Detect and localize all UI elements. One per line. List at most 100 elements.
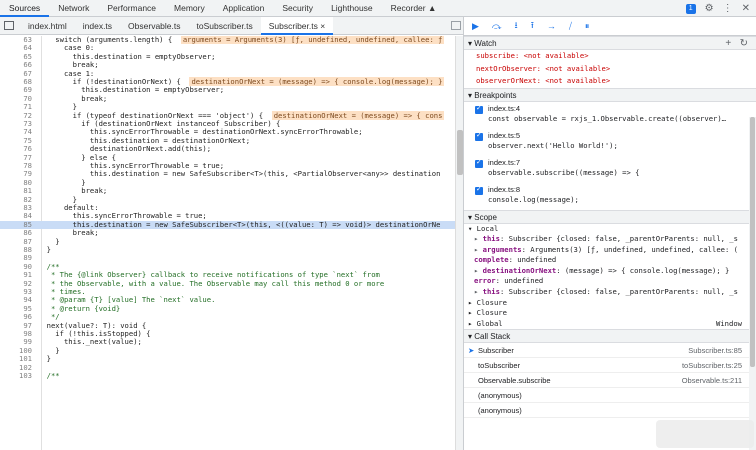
line-number[interactable]: 93 [0,287,38,296]
frame-location[interactable]: toSubscriber.ts:25 [682,358,742,373]
scope-variable[interactable]: ▸ destinationOrNext: (message) => { cons… [464,266,756,277]
code-line[interactable]: 95 * @return {void} [0,304,455,313]
line-number[interactable]: 88 [0,245,38,254]
expand-arrow[interactable]: ▸ [474,287,483,296]
line-number[interactable]: 66 [0,60,38,69]
scope-variable[interactable]: complete: undefined [464,255,756,266]
pause-on-exceptions-icon[interactable]: ⏸ [585,21,590,32]
breakpoint-item[interactable]: index.ts:4const observable = rxjs_1.Obse… [464,102,756,129]
line-number[interactable]: 87 [0,237,38,246]
scope-local[interactable]: ▾ Local [464,224,756,235]
line-number[interactable]: 78 [0,161,38,170]
file-tab[interactable]: toSubscriber.ts [189,17,261,35]
line-number[interactable]: 97 [0,321,38,330]
close-icon[interactable]: ✕ [742,3,750,14]
line-number[interactable]: 98 [0,329,38,338]
expand-arrow[interactable]: ▸ [474,234,483,243]
line-number[interactable]: 84 [0,211,38,220]
call-frame[interactable]: ➤ Subscriber Subscriber.ts:85 [464,343,756,359]
frame-location[interactable]: Observable.ts:211 [682,373,742,388]
code-line[interactable]: 88 } [0,245,455,254]
watch-expression[interactable]: observerOrNext: <not available> [464,75,756,88]
watch-header[interactable]: ▾ Watch + ↻ [464,36,756,50]
code-line[interactable]: 100 } [0,346,455,355]
code-line[interactable]: 89 [0,253,455,262]
call-frame[interactable]: (anonymous) [464,403,756,419]
breakpoint-checkbox[interactable] [475,158,483,168]
watch-expression[interactable]: subscribe: <not available> [464,50,756,63]
line-number[interactable]: 77 [0,153,38,162]
line-number[interactable]: 95 [0,304,38,313]
breakpoint-item[interactable]: index.ts:5observer.next('Hello World!'); [464,129,756,156]
breakpoint-item[interactable]: index.ts:7observable.subscribe((message)… [464,156,756,183]
expand-arrow[interactable]: ▸ [474,266,483,275]
line-number[interactable]: 70 [0,94,38,103]
tab-application[interactable]: Application [214,0,274,17]
editor-scrollbar[interactable] [455,36,463,450]
code-line[interactable]: 86 break; [0,228,455,237]
line-number[interactable]: 68 [0,77,38,86]
add-icon[interactable]: + [725,38,731,49]
scope-variable[interactable]: error: undefined [464,276,756,287]
line-number[interactable]: 83 [0,203,38,212]
code-line[interactable]: 101 } [0,354,455,363]
code-line[interactable]: 99 this._next(value); [0,337,455,346]
tab-performance[interactable]: Performance [98,0,165,17]
toggle-navigator-icon[interactable] [4,21,14,30]
breakpoint-item[interactable]: index.ts:8console.log(message); [464,183,756,210]
tab-recorder[interactable]: Recorder ▲ [382,0,446,17]
more-menu-icon[interactable]: ⋮ [723,3,733,14]
line-number[interactable]: 67 [0,69,38,78]
refresh-icon[interactable]: ↻ [740,38,748,49]
line-number[interactable]: 79 [0,169,38,178]
line-number[interactable]: 80 [0,178,38,187]
deactivate-breakpoints-icon[interactable]: ⧸ [569,21,572,32]
line-number[interactable]: 69 [0,85,38,94]
step-over-icon[interactable]: ⤼ [492,21,502,32]
file-tab[interactable]: Observable.ts [120,17,188,35]
code-line[interactable]: 103 /** [0,371,455,380]
tab-security[interactable]: Security [273,0,322,17]
line-number[interactable]: 74 [0,127,38,136]
call-frame[interactable]: Observable.subscribe Observable.ts:211 [464,373,756,389]
call-stack-header[interactable]: ▾ Call Stack [464,329,756,344]
line-number[interactable]: 72 [0,111,38,120]
line-number[interactable]: 94 [0,295,38,304]
expand-arrow[interactable]: ▸ [474,245,483,254]
line-number[interactable]: 96 [0,312,38,321]
file-tab[interactable]: index.html [20,17,75,35]
tab-network[interactable]: Network [49,0,98,17]
scope-header[interactable]: ▾ Scope [464,209,756,224]
line-number[interactable]: 91 [0,270,38,279]
breakpoint-checkbox[interactable] [475,185,483,195]
line-number[interactable]: 82 [0,195,38,204]
line-number[interactable]: 81 [0,186,38,195]
line-number[interactable]: 103 [0,371,38,380]
sidebar-scrollbar[interactable] [749,117,756,450]
breakpoint-checkbox[interactable] [475,131,483,141]
line-number[interactable]: 85 [0,220,38,229]
step-into-icon[interactable]: ⭳ [515,18,518,34]
scope-variable[interactable]: ▸ this: Subscriber {closed: false, _pare… [464,234,756,245]
tab-sources[interactable]: Sources [0,0,50,17]
line-number[interactable]: 89 [0,253,38,262]
call-frame[interactable]: toSubscriber toSubscriber.ts:25 [464,358,756,374]
resume-icon[interactable]: ▶ [472,21,479,32]
scope-variable[interactable]: ▸ arguments: Arguments(3) [ƒ, undefined,… [464,245,756,256]
scope-variable[interactable]: ▸ this: Subscriber {closed: false, _pare… [464,287,756,298]
breakpoints-header[interactable]: ▾ Breakpoints [464,87,756,102]
line-number[interactable]: 63 [0,36,38,44]
call-frame[interactable]: (anonymous) [464,388,756,404]
issues-badge[interactable]: 1 [685,3,696,14]
file-tab-active[interactable]: Subscriber.ts × [260,16,334,35]
tab-lighthouse[interactable]: Lighthouse [322,0,382,17]
file-tab[interactable]: index.ts [75,17,120,35]
code-editor[interactable]: 63 switch (arguments.length) { arguments… [0,36,455,450]
scope-global[interactable]: ▸ Global Window [464,319,756,330]
gear-icon[interactable]: ⚙ [705,3,714,14]
scope-closure[interactable]: ▸ Closure [464,298,756,309]
scope-closure[interactable]: ▸ Closure [464,308,756,319]
code-line[interactable]: 102 [0,363,455,372]
line-number[interactable]: 86 [0,228,38,237]
line-number[interactable]: 90 [0,262,38,271]
